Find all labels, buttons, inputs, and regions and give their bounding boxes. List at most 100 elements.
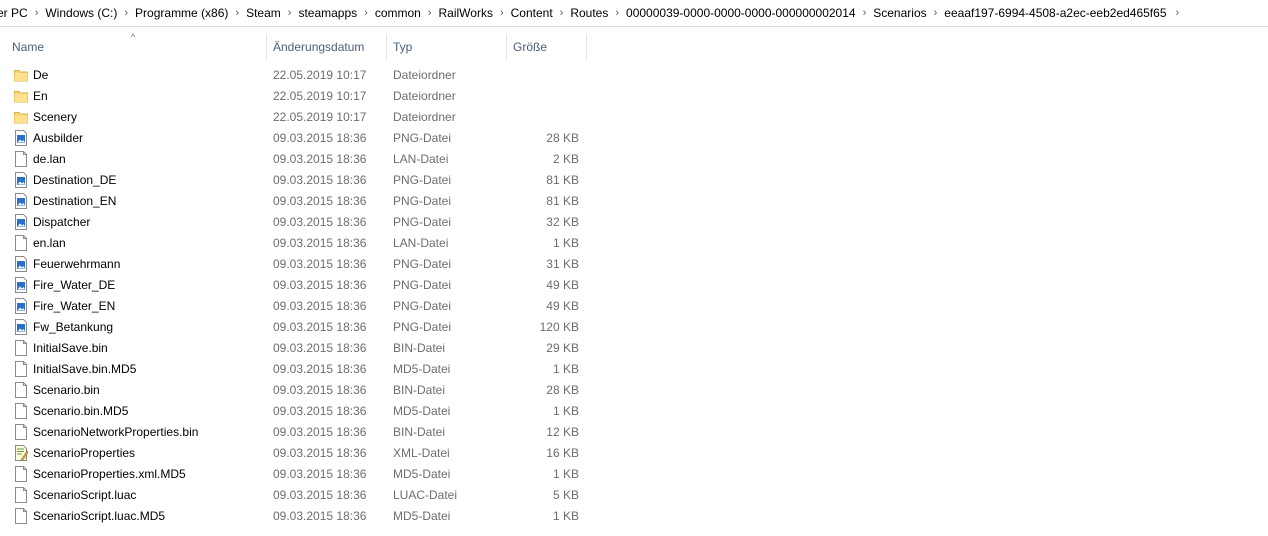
file-row[interactable]: Destination_EN 09.03.2015 18:36 PNG-Datei 8… bbox=[0, 191, 600, 212]
image-file-icon bbox=[14, 193, 28, 209]
file-date: 09.03.2015 18:36 bbox=[273, 446, 367, 460]
breadcrumb-item[interactable]: 00000039-0000-0000-0000-000000002014 bbox=[620, 6, 862, 20]
file-size: 28 KB bbox=[546, 383, 579, 397]
breadcrumb-item[interactable]: Windows (C:) bbox=[39, 6, 123, 20]
image-file-icon bbox=[14, 130, 28, 146]
file-type: PNG-Datei bbox=[393, 299, 452, 313]
file-type: PNG-Datei bbox=[393, 131, 452, 145]
breadcrumb-item[interactable]: steamapps bbox=[292, 6, 363, 20]
file-size: 49 KB bbox=[546, 278, 579, 292]
file-date: 09.03.2015 18:36 bbox=[273, 509, 367, 523]
file-type: PNG-Datei bbox=[393, 278, 452, 292]
file-name: Ausbilder bbox=[33, 131, 84, 145]
file-date: 09.03.2015 18:36 bbox=[273, 236, 367, 250]
file-name: Fw_Betankung bbox=[33, 320, 114, 334]
column-divider[interactable] bbox=[586, 34, 587, 60]
file-row[interactable]: ScenarioProperties 09.03.2015 18:36 XML-Da… bbox=[0, 443, 600, 464]
breadcrumb-item[interactable]: ser PC bbox=[0, 6, 34, 20]
column-divider[interactable] bbox=[386, 34, 387, 60]
file-icon bbox=[14, 487, 28, 503]
file-date: 22.05.2019 10:17 bbox=[273, 68, 367, 82]
file-icon bbox=[14, 424, 28, 440]
file-date: 09.03.2015 18:36 bbox=[273, 131, 367, 145]
file-row[interactable]: ScenarioNetworkProperties.bin 09.03.2015 … bbox=[0, 422, 600, 443]
file-icon bbox=[14, 235, 28, 251]
file-size: 16 KB bbox=[546, 446, 579, 460]
file-type: BIN-Datei bbox=[393, 341, 446, 355]
file-name: Scenario.bin bbox=[33, 383, 100, 397]
image-file-icon bbox=[14, 298, 28, 314]
file-type: PNG-Datei bbox=[393, 194, 452, 208]
file-date: 09.03.2015 18:36 bbox=[273, 173, 367, 187]
file-row[interactable]: Feuerwehrmann 09.03.2015 18:36 PNG-Datei 31… bbox=[0, 254, 600, 275]
file-size: 29 KB bbox=[546, 341, 579, 355]
file-row[interactable]: Ausbilder 09.03.2015 18:36 PNG-Datei 28 KB bbox=[0, 128, 600, 149]
file-size: 1 KB bbox=[552, 236, 579, 250]
file-name: ScenarioNetworkProperties.bin bbox=[33, 425, 199, 439]
file-date: 09.03.2015 18:36 bbox=[273, 383, 367, 397]
column-header-type[interactable]: Typ bbox=[389, 34, 506, 60]
file-date: 22.05.2019 10:17 bbox=[273, 89, 367, 103]
file-date: 22.05.2019 10:17 bbox=[273, 110, 367, 124]
file-row[interactable]: Scenario.bin 09.03.2015 18:36 BIN-Datei 28 … bbox=[0, 380, 600, 401]
breadcrumb-item[interactable]: Content bbox=[505, 6, 559, 20]
file-row[interactable]: ScenarioScript.luac 09.03.2015 18:36 LUAC-… bbox=[0, 485, 600, 506]
file-date: 09.03.2015 18:36 bbox=[273, 341, 367, 355]
file-row[interactable]: ScenarioScript.luac.MD5 09.03.2015 18:36 M… bbox=[0, 506, 600, 527]
file-name: ScenarioProperties.xml.MD5 bbox=[33, 467, 186, 481]
file-type: LAN-Datei bbox=[393, 152, 449, 166]
breadcrumb-item[interactable]: Programme (x86) bbox=[129, 6, 234, 20]
file-type: MD5-Datei bbox=[393, 362, 451, 376]
xml-file-icon bbox=[14, 445, 29, 462]
chevron-right-icon[interactable]: › bbox=[1173, 7, 1183, 19]
column-header-row: ^ Name Änderungsdatum Typ Größe bbox=[0, 32, 600, 60]
image-file-icon bbox=[14, 277, 28, 293]
column-divider[interactable] bbox=[506, 34, 507, 60]
file-date: 09.03.2015 18:36 bbox=[273, 425, 367, 439]
file-name: Dispatcher bbox=[33, 215, 91, 229]
file-name: ScenarioScript.luac bbox=[33, 488, 137, 502]
file-type: XML-Datei bbox=[393, 446, 450, 460]
file-row[interactable]: En 22.05.2019 10:17 Dateiordner bbox=[0, 86, 600, 107]
file-row[interactable]: en.lan 09.03.2015 18:36 LAN-Datei 1 KB bbox=[0, 233, 600, 254]
file-icon bbox=[14, 382, 28, 398]
file-name: ScenarioProperties bbox=[33, 446, 136, 460]
file-row[interactable]: de.lan 09.03.2015 18:36 LAN-Datei 2 KB bbox=[0, 149, 600, 170]
column-header-date[interactable]: Änderungsdatum bbox=[269, 34, 386, 60]
column-divider[interactable] bbox=[266, 34, 267, 60]
file-date: 09.03.2015 18:36 bbox=[273, 320, 367, 334]
file-row[interactable]: Fire_Water_EN 09.03.2015 18:36 PNG-Datei 49… bbox=[0, 296, 600, 317]
file-type: PNG-Datei bbox=[393, 320, 452, 334]
file-type: PNG-Datei bbox=[393, 215, 452, 229]
file-type: LAN-Datei bbox=[393, 236, 449, 250]
breadcrumb-item[interactable]: common bbox=[369, 6, 427, 20]
file-row[interactable]: Fire_Water_DE 09.03.2015 18:36 PNG-Datei 49… bbox=[0, 275, 600, 296]
breadcrumb-item[interactable]: RailWorks bbox=[433, 6, 499, 20]
file-type: PNG-Datei bbox=[393, 173, 452, 187]
file-row[interactable]: ScenarioProperties.xml.MD5 09.03.2015 18:… bbox=[0, 464, 600, 485]
breadcrumb-item[interactable]: Scenarios bbox=[867, 6, 932, 20]
file-row[interactable]: Fw_Betankung 09.03.2015 18:36 PNG-Datei 120… bbox=[0, 317, 600, 338]
file-row[interactable]: InitialSave.bin 09.03.2015 18:36 BIN-Datei… bbox=[0, 338, 600, 359]
file-row[interactable]: Dispatcher 09.03.2015 18:36 PNG-Datei 32 KB bbox=[0, 212, 600, 233]
file-type: PNG-Datei bbox=[393, 257, 452, 271]
file-row[interactable]: Scenery 22.05.2019 10:17 Dateiordner bbox=[0, 107, 600, 128]
file-name: Scenario.bin.MD5 bbox=[33, 404, 129, 418]
file-type: MD5-Datei bbox=[393, 404, 451, 418]
breadcrumb-item[interactable]: eeaaf197-6994-4508-a2ec-eeb2ed465f65 bbox=[938, 6, 1172, 20]
column-header-size[interactable]: Größe bbox=[509, 34, 586, 60]
breadcrumb-item[interactable]: Steam bbox=[240, 6, 287, 20]
file-row[interactable]: De 22.05.2019 10:17 Dateiordner bbox=[0, 65, 600, 86]
breadcrumb-item[interactable]: Routes bbox=[564, 6, 614, 20]
file-row[interactable]: Scenario.bin.MD5 09.03.2015 18:36 MD5-Date… bbox=[0, 401, 600, 422]
file-size: 81 KB bbox=[546, 173, 579, 187]
file-date: 09.03.2015 18:36 bbox=[273, 215, 367, 229]
file-size: 1 KB bbox=[552, 362, 579, 376]
file-name: De bbox=[33, 68, 49, 82]
file-row[interactable]: InitialSave.bin.MD5 09.03.2015 18:36 MD5-D… bbox=[0, 359, 600, 380]
file-row[interactable]: Destination_DE 09.03.2015 18:36 PNG-Datei 8… bbox=[0, 170, 600, 191]
column-header-name[interactable]: Name bbox=[8, 34, 266, 60]
address-bar[interactable]: ser PC›Windows (C:)›Programme (x86)›Stea… bbox=[0, 0, 1268, 27]
file-icon bbox=[14, 340, 28, 356]
file-name: Fire_Water_DE bbox=[33, 278, 116, 292]
